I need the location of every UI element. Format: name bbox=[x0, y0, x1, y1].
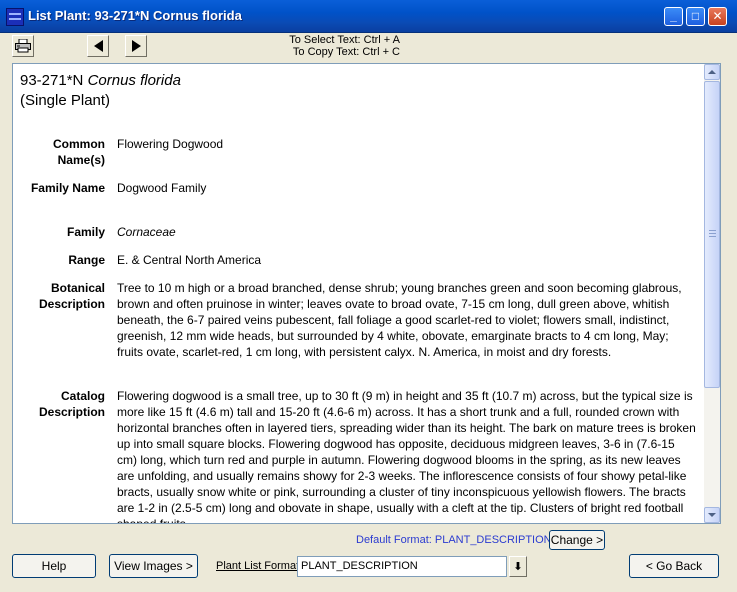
description-text-area[interactable]: 93-271*N Cornus florida (Single Plant) C… bbox=[13, 64, 703, 523]
grip-line bbox=[709, 230, 716, 231]
range-value: E. & Central North America bbox=[117, 253, 262, 267]
printer-icon bbox=[15, 39, 31, 53]
format-dropdown-button[interactable]: ⬇ bbox=[509, 556, 527, 577]
scroll-up-button[interactable] bbox=[704, 64, 720, 80]
accession-number: 93-271*N bbox=[20, 72, 84, 89]
dropdown-arrow-icon: ⬇ bbox=[513, 561, 523, 573]
plant-type: (Single Plant) bbox=[20, 92, 111, 109]
list-plant-window: List Plant: 93-271*N Cornus florida _ □ … bbox=[0, 0, 737, 592]
catalog-description-value: Flowering dogwood is a small tree, up to… bbox=[117, 389, 696, 523]
family-label: Family bbox=[66, 225, 105, 239]
arrow-left-icon bbox=[93, 40, 103, 52]
scroll-down-button[interactable] bbox=[704, 507, 720, 523]
maximize-button[interactable]: □ bbox=[686, 7, 705, 26]
botanical-description-label: Botanical Description bbox=[38, 281, 105, 311]
title-bar[interactable]: List Plant: 93-271*N Cornus florida _ □ … bbox=[0, 0, 737, 33]
go-back-button[interactable]: < Go Back bbox=[629, 554, 719, 578]
help-button[interactable]: Help bbox=[12, 554, 96, 578]
view-images-button[interactable]: View Images > bbox=[109, 554, 198, 578]
family-name-value: Dogwood Family bbox=[117, 181, 207, 195]
window-title: List Plant: 93-271*N Cornus florida bbox=[28, 8, 242, 23]
select-hint: To Select Text: Ctrl + A bbox=[289, 34, 400, 46]
range-label: Range bbox=[68, 253, 105, 267]
grip-line bbox=[709, 236, 716, 237]
print-button[interactable] bbox=[12, 35, 34, 57]
vertical-scrollbar[interactable] bbox=[704, 64, 720, 523]
common-name-label: Common Name(s) bbox=[53, 137, 105, 167]
scroll-up-arrow-icon bbox=[708, 70, 716, 74]
next-plant-button[interactable] bbox=[125, 35, 147, 57]
plant-description-panel: 93-271*N Cornus florida (Single Plant) C… bbox=[12, 63, 721, 524]
catalog-description-label: Catalog Description bbox=[38, 389, 105, 419]
plant-name: Cornus florida bbox=[87, 72, 181, 89]
botanical-description-value: Tree to 10 m high or a broad branched, d… bbox=[117, 281, 682, 359]
default-format-label: Default Format: PLANT_DESCRIPTION bbox=[356, 534, 552, 546]
grip-line bbox=[709, 233, 716, 234]
minimize-button[interactable]: _ bbox=[664, 7, 683, 26]
plant-heading: 93-271*N Cornus florida (Single Plant) bbox=[20, 71, 181, 111]
previous-plant-button[interactable] bbox=[87, 35, 109, 57]
scroll-thumb[interactable] bbox=[704, 81, 720, 388]
keyboard-hint: To Select Text: Ctrl + A To Copy Text: C… bbox=[220, 34, 400, 58]
family-value: Cornaceae bbox=[117, 225, 176, 239]
toolbar: To Select Text: Ctrl + A To Copy Text: C… bbox=[0, 33, 737, 61]
scroll-down-arrow-icon bbox=[708, 513, 716, 517]
plant-list-format-select[interactable]: PLANT_DESCRIPTION bbox=[297, 556, 507, 577]
common-name-value: Flowering Dogwood bbox=[117, 137, 224, 151]
close-button[interactable]: ✕ bbox=[708, 7, 727, 26]
copy-hint: To Copy Text: Ctrl + C bbox=[292, 46, 400, 58]
change-format-button[interactable]: Change > bbox=[549, 530, 605, 550]
app-icon bbox=[6, 8, 24, 26]
family-name-label: Family Name bbox=[30, 181, 105, 195]
plant-list-format-label[interactable]: Plant List Format bbox=[216, 560, 299, 572]
arrow-right-icon bbox=[131, 40, 141, 52]
